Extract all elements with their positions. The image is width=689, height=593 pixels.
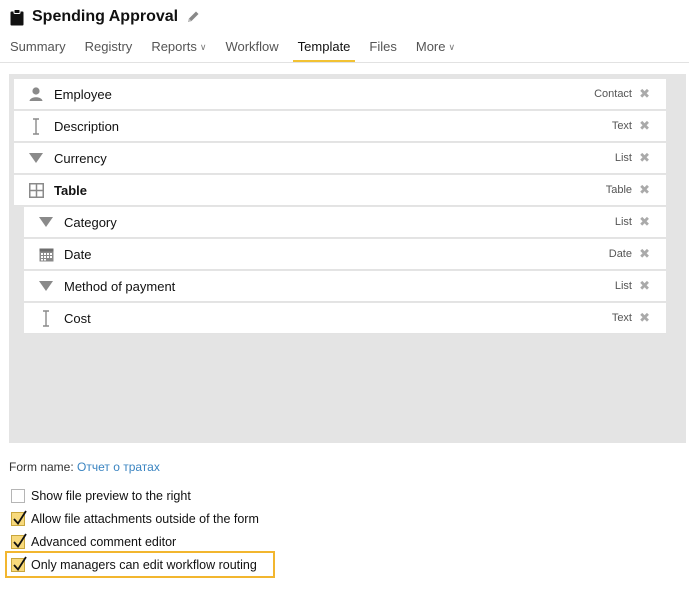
delete-field-icon[interactable]: ✖ (639, 214, 650, 230)
chevron-down-icon: ∨ (448, 42, 456, 52)
delete-field-icon[interactable]: ✖ (639, 86, 650, 102)
tab-label: Workflow (225, 39, 279, 54)
delete-field-icon[interactable]: ✖ (639, 278, 650, 294)
field-label: Currency (54, 150, 107, 166)
option-label: Advanced comment editor (31, 535, 177, 549)
form-name: Form name: Отчет о тратах (9, 460, 160, 474)
checkmark-icon (13, 556, 27, 571)
text-cursor-icon (27, 117, 45, 135)
text-cursor-icon (37, 309, 55, 327)
field-label: Category (64, 214, 117, 230)
tab-label: Reports (151, 39, 197, 54)
field-label: Cost (64, 310, 91, 326)
template-field-row[interactable]: Table Table ✖ (14, 175, 666, 206)
template-field-row[interactable]: Date Date ✖ (24, 239, 666, 270)
field-label: Table (54, 182, 87, 198)
template-field-row[interactable]: Employee Contact ✖ (14, 79, 666, 110)
form-name-link[interactable]: Отчет о тратах (77, 460, 160, 474)
field-type: Table (605, 184, 632, 196)
tab-reports[interactable]: Reports ∨ (151, 37, 206, 63)
field-type: List (614, 216, 632, 228)
template-field-row[interactable]: Category List ✖ (24, 207, 666, 238)
delete-field-icon[interactable]: ✖ (639, 310, 650, 326)
template-field-row[interactable]: Currency List ✖ (14, 143, 666, 174)
template-field-row[interactable]: Method of payment List ✖ (24, 271, 666, 302)
tab-label: Summary (10, 39, 66, 54)
clipboard-icon (10, 8, 24, 26)
field-type: Date (608, 248, 632, 260)
field-type: Text (611, 312, 632, 324)
delete-field-icon[interactable]: ✖ (639, 150, 650, 166)
tab-label: More (415, 39, 446, 54)
tab-label: Template (297, 39, 351, 54)
edit-pencil-icon[interactable] (186, 10, 200, 24)
delete-field-icon[interactable]: ✖ (639, 118, 650, 134)
option-row: Allow file attachments outside of the fo… (11, 510, 259, 527)
option-row: Only managers can edit workflow routing (11, 556, 257, 573)
option-row: Show file preview to the right (11, 488, 191, 504)
tab-workflow[interactable]: Workflow (225, 37, 278, 63)
template-field-row[interactable]: Description Text ✖ (14, 111, 666, 142)
checkmark-icon (13, 533, 27, 548)
tab-divider (0, 62, 689, 63)
tab-files[interactable]: Files (369, 37, 396, 63)
tab-summary[interactable]: Summary (10, 37, 66, 63)
checkmark-icon (13, 510, 27, 525)
tab-label: Files (369, 39, 397, 54)
tab-more[interactable]: More ∨ (416, 37, 455, 63)
field-label: Description (54, 118, 120, 134)
option-checkbox[interactable] (11, 510, 27, 526)
triangle-down-icon (37, 213, 55, 231)
tab-bar: Summary Registry Reports ∨ Workflow Template F… (10, 37, 474, 63)
template-field-row[interactable]: Cost Text ✖ (24, 303, 666, 334)
triangle-down-icon (27, 149, 45, 167)
tab-registry[interactable]: Registry (85, 37, 133, 63)
delete-field-icon[interactable]: ✖ (639, 246, 650, 262)
field-type: List (614, 280, 632, 292)
option-checkbox[interactable] (11, 533, 27, 549)
chevron-down-icon: ∨ (199, 42, 207, 52)
option-checkbox[interactable] (11, 489, 25, 503)
page-header: Spending Approval (10, 6, 200, 28)
option-label: Allow file attachments outside of the fo… (31, 512, 259, 526)
option-checkbox[interactable] (11, 556, 27, 572)
template-canvas: Employee Contact ✖ Description Text ✖ Currency… (9, 74, 686, 443)
tab-template[interactable]: Template (292, 37, 356, 63)
person-icon (27, 85, 45, 103)
field-type: Contact (594, 88, 632, 100)
field-label: Employee (54, 86, 112, 102)
calendar-icon (37, 245, 55, 263)
grid-icon (27, 181, 45, 199)
delete-field-icon[interactable]: ✖ (639, 182, 650, 198)
form-name-label: Form name: (9, 460, 74, 474)
field-label: Date (64, 246, 92, 262)
field-type: List (614, 152, 632, 164)
page-title: Spending Approval (32, 8, 179, 25)
option-row: Advanced comment editor (11, 533, 177, 550)
field-type: Text (611, 120, 632, 132)
tab-label: Registry (84, 39, 133, 54)
option-label: Only managers can edit workflow routing (31, 558, 257, 572)
field-label: Method of payment (64, 278, 176, 294)
triangle-down-icon (37, 277, 55, 295)
option-label: Show file preview to the right (31, 489, 191, 503)
